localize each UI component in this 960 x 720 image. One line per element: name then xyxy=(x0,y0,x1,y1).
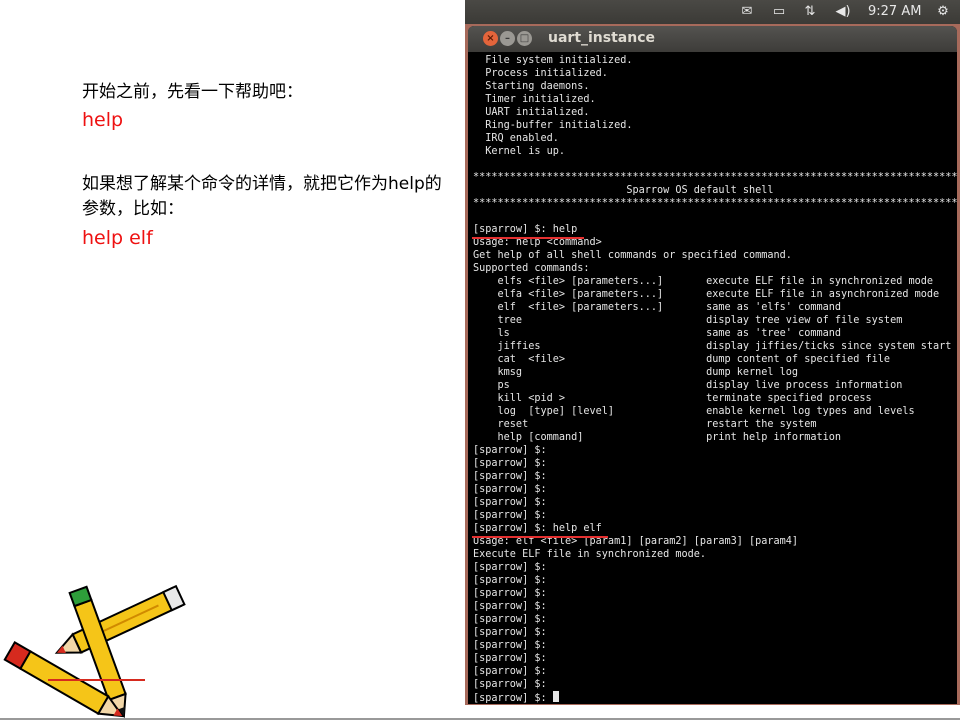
terminal-line: [sparrow] $: xyxy=(473,601,547,612)
volume-icon[interactable]: ◀) xyxy=(831,3,855,21)
help-command-example: help xyxy=(82,109,124,131)
pencils-clipart xyxy=(3,584,186,719)
terminal-output[interactable]: File system initialized. Process initial… xyxy=(473,54,957,704)
terminal-line: IRQ enabled. xyxy=(473,133,559,144)
clock[interactable]: 9:27 AM xyxy=(868,3,921,21)
terminal-window: × – □ uart_instance File system initiali… xyxy=(468,26,957,704)
terminal-line: Supported commands: xyxy=(473,263,590,274)
terminal-line: elf <file> [parameters...] same as 'elfs… xyxy=(473,302,842,313)
terminal-line: kmsg dump kernel log xyxy=(473,367,799,378)
network-icon[interactable]: ⇅ xyxy=(800,3,820,21)
terminal-cursor xyxy=(552,691,559,702)
mail-icon[interactable]: ✉ xyxy=(737,3,757,21)
terminal-line: [sparrow] $: xyxy=(473,471,547,482)
top-panel: ✉ ▭ ⇅ ◀) 9:27 AM ⚙ xyxy=(465,0,960,24)
maximize-button[interactable]: □ xyxy=(517,31,532,46)
terminal-line: [sparrow] $: xyxy=(473,614,547,625)
terminal-line: [sparrow] $: xyxy=(473,458,547,469)
terminal-line: Sparrow OS default shell xyxy=(473,185,774,196)
terminal-line: help [command] print help information xyxy=(473,432,842,443)
terminal-line: elfa <file> [parameters...] execute ELF … xyxy=(473,289,940,300)
terminal-line: Process initialized. xyxy=(473,68,608,79)
help-elf-command-example: help elf xyxy=(82,227,153,249)
terminal-line: [sparrow] $: xyxy=(473,497,547,508)
terminal-prompt-line[interactable]: [sparrow] $: xyxy=(473,691,957,704)
help-elf-underline xyxy=(472,536,608,538)
terminal-line: [sparrow] $: xyxy=(473,666,547,677)
terminal-line: log [type] [level] enable kernel log typ… xyxy=(473,406,915,417)
terminal-line: Starting daemons. xyxy=(473,81,590,92)
terminal-line: cat <file> dump content of specified fil… xyxy=(473,354,891,365)
terminal-line: [sparrow] $: xyxy=(473,640,547,651)
close-button[interactable]: × xyxy=(483,31,498,46)
detail-text: 如果想了解某个命令的详情，就把它作为help的参数，比如： xyxy=(82,174,442,219)
terminal-line: [sparrow] $: xyxy=(473,588,547,599)
settings-gear-icon[interactable]: ⚙ xyxy=(933,3,953,21)
terminal-line: kill <pid > terminate specified process xyxy=(473,393,872,404)
terminal-line: ls same as 'tree' command xyxy=(473,328,842,339)
terminal-line: Execute ELF file in synchronized mode. xyxy=(473,549,707,560)
terminal-line: ****************************************… xyxy=(473,198,957,209)
terminal-line: Kernel is up. xyxy=(473,146,566,157)
terminal-prompt: [sparrow] $: xyxy=(473,693,553,704)
window-titlebar[interactable]: × – □ uart_instance xyxy=(468,26,957,52)
terminal-line: reset restart the system xyxy=(473,419,817,430)
terminal-line: Timer initialized. xyxy=(473,94,596,105)
terminal-line: elfs <file> [parameters...] execute ELF … xyxy=(473,276,934,287)
terminal-line: [sparrow] $: xyxy=(473,679,547,690)
terminal-line: [sparrow] $: xyxy=(473,510,547,521)
terminal-line: ps display live process information xyxy=(473,380,903,391)
terminal-line: Get help of all shell commands or specif… xyxy=(473,250,792,261)
terminal-line: [sparrow] $: help xyxy=(473,224,578,235)
battery-icon[interactable]: ▭ xyxy=(767,3,791,21)
terminal-line: File system initialized. xyxy=(473,55,633,66)
terminal-line: jiffies display jiffies/ticks since syst… xyxy=(473,341,952,352)
terminal-line: [sparrow] $: xyxy=(473,653,547,664)
intro-text: 开始之前，先看一下帮助吧： xyxy=(82,82,303,102)
terminal-line: tree display tree view of file system xyxy=(473,315,903,326)
terminal-line: [sparrow] $: xyxy=(473,627,547,638)
terminal-line: [sparrow] $: xyxy=(473,484,547,495)
terminal-line: Ring-buffer initialized. xyxy=(473,120,633,131)
terminal-line: [sparrow] $: xyxy=(473,445,547,456)
help-underline xyxy=(472,237,584,239)
terminal-line: [sparrow] $: xyxy=(473,575,547,586)
terminal-line: ****************************************… xyxy=(473,172,957,183)
minimize-button[interactable]: – xyxy=(500,31,515,46)
terminal-line: UART initialized. xyxy=(473,107,590,118)
terminal-line: [sparrow] $: help elf xyxy=(473,523,602,534)
window-title: uart_instance xyxy=(548,30,656,46)
terminal-line: [sparrow] $: xyxy=(473,562,547,573)
